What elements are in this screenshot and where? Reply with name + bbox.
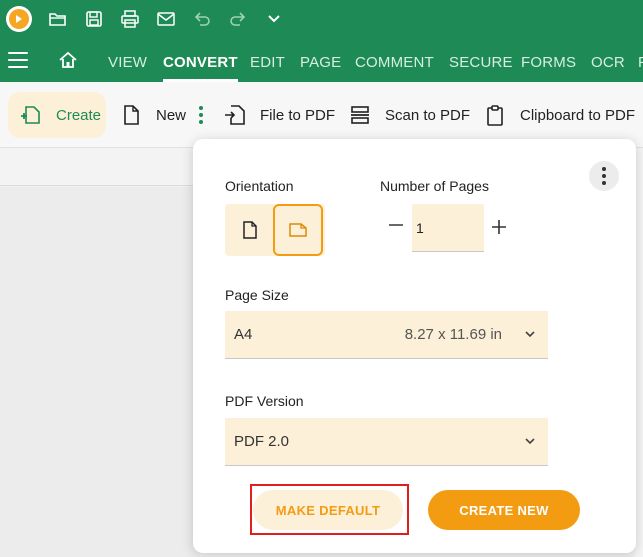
app-logo-icon[interactable] — [6, 6, 32, 32]
menu-ocr[interactable]: OCR — [591, 38, 625, 82]
portrait-page-icon — [243, 221, 257, 239]
page-size-label: Page Size — [225, 287, 289, 303]
new-button[interactable]: New — [120, 92, 186, 138]
portrait-button[interactable] — [225, 204, 275, 256]
new-label: New — [156, 106, 187, 124]
hamburger-menu-icon[interactable] — [8, 52, 28, 68]
decrement-pages-button[interactable] — [388, 217, 404, 233]
plus-icon — [492, 220, 506, 234]
number-of-pages-label: Number of Pages — [380, 178, 489, 194]
pdf-version-label: PDF Version — [225, 393, 304, 409]
save-icon[interactable] — [82, 7, 106, 31]
file-to-pdf-icon — [225, 105, 245, 125]
menu-forms-overflow[interactable]: F — [638, 38, 643, 82]
create-new-button[interactable]: CREATE NEW — [428, 490, 580, 530]
increment-pages-button[interactable] — [491, 219, 507, 235]
menu-view[interactable]: VIEW — [108, 38, 147, 82]
document-workspace — [0, 187, 200, 557]
menu-bar: VIEW CONVERT EDIT PAGE COMMENT SECURE FO… — [0, 38, 643, 82]
right-edge-panel — [635, 148, 643, 557]
chevron-down-icon — [525, 438, 535, 445]
number-of-pages-input[interactable] — [412, 204, 484, 252]
pdf-version-value: PDF 2.0 — [234, 433, 290, 450]
clipboard-to-pdf-label: Clipboard to PDF — [520, 106, 636, 124]
email-icon[interactable] — [154, 7, 178, 31]
chevron-down-icon[interactable] — [262, 7, 286, 31]
orientation-label: Orientation — [225, 178, 294, 194]
landscape-button[interactable] — [273, 204, 323, 256]
minus-icon — [389, 224, 403, 226]
create-button[interactable]: Create — [8, 92, 106, 138]
document-tab-strip — [0, 148, 200, 186]
chevron-down-icon — [525, 331, 535, 338]
landscape-page-icon — [289, 223, 307, 237]
popup-more-options-icon[interactable] — [589, 161, 619, 191]
highlight-annotation-box — [250, 484, 409, 535]
clipboard-to-pdf-button[interactable]: Clipboard to PDF — [484, 92, 635, 138]
orientation-toggle — [225, 204, 325, 256]
new-document-icon — [124, 105, 139, 125]
pdf-version-select[interactable]: PDF 2.0 — [225, 418, 548, 466]
page-size-value: A4 — [234, 326, 253, 343]
menu-page[interactable]: PAGE — [300, 38, 341, 82]
file-to-pdf-button[interactable]: File to PDF — [224, 92, 335, 138]
create-document-icon — [21, 106, 40, 124]
undo-icon[interactable] — [190, 7, 214, 31]
menu-comment[interactable]: COMMENT — [355, 38, 434, 82]
create-new-pdf-popup: Orientation Number of Pages Page Size A4… — [193, 139, 636, 553]
menu-convert[interactable]: CONVERT — [163, 38, 238, 82]
menu-secure[interactable]: SECURE — [449, 38, 513, 82]
page-size-dimensions: 8.27 x 11.69 in — [404, 326, 502, 343]
redo-icon[interactable] — [226, 7, 250, 31]
scanner-icon — [351, 106, 369, 124]
quick-access-bar — [0, 0, 643, 38]
scan-to-pdf-label: Scan to PDF — [385, 106, 471, 124]
menu-edit[interactable]: EDIT — [250, 38, 285, 82]
page-size-select[interactable]: A4 8.27 x 11.69 in — [225, 311, 548, 359]
print-icon[interactable] — [118, 7, 142, 31]
more-options-icon[interactable] — [196, 106, 206, 126]
home-icon[interactable] — [58, 50, 78, 70]
file-to-pdf-label: File to PDF — [260, 106, 336, 124]
open-folder-icon[interactable] — [46, 7, 70, 31]
clipboard-icon — [487, 105, 503, 126]
scan-to-pdf-button[interactable]: Scan to PDF — [349, 92, 470, 138]
create-label: Create — [56, 106, 102, 124]
menu-forms[interactable]: FORMS — [521, 38, 576, 82]
